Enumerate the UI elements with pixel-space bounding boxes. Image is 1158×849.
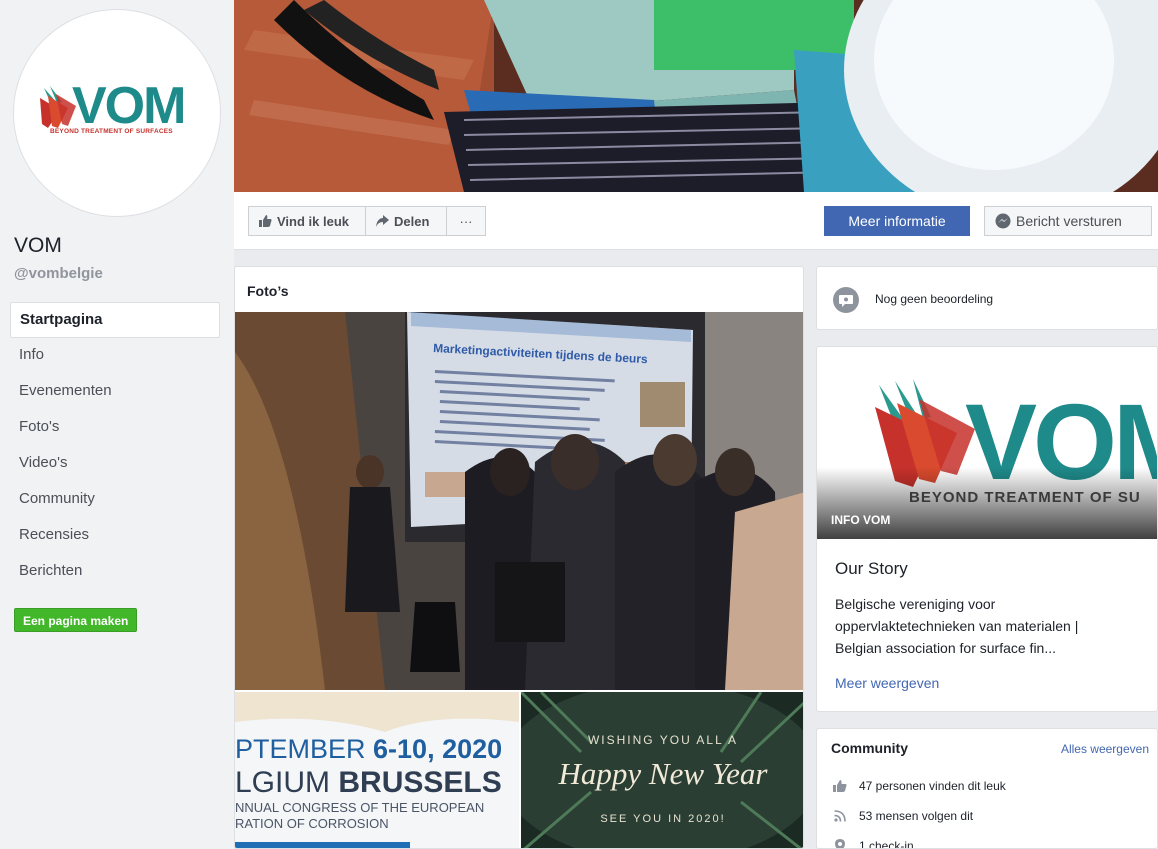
about-logo-image: VOM BEYOND TREATMENT OF SU [817, 379, 1157, 539]
sidebar-item-fotos[interactable]: Foto's [10, 410, 220, 446]
congress-dates-prefix: PTEMBER [235, 734, 373, 764]
photos-card: Foto’s Marketingactiviteiten tijdens de … [234, 266, 804, 849]
sidebar-item-info[interactable]: Info [10, 338, 220, 374]
about-logo-banner[interactable]: VOM BEYOND TREATMENT OF SU [817, 347, 1157, 539]
info-label: INFO VOM [831, 513, 891, 527]
checkins-count: 1 check-in [859, 839, 914, 849]
rss-follow-icon [834, 810, 846, 822]
like-button[interactable]: Vind ik leuk [248, 206, 366, 236]
story-title: Our Story [835, 559, 908, 578]
location-pin-icon [835, 839, 845, 848]
sidebar-item-videos[interactable]: Video's [10, 446, 220, 482]
likes-count: 47 personen vinden dit leuk [859, 779, 1006, 793]
new-year-line3: SEE YOU IN 2020! [600, 813, 725, 825]
review-icon [833, 287, 859, 313]
share-label: Delen [394, 213, 430, 229]
new-year-line1: WISHING YOU ALL A [588, 733, 738, 747]
like-label: Vind ik leuk [277, 213, 350, 229]
community-title[interactable]: Community [831, 740, 908, 756]
more-info-button[interactable]: Meer informatie [824, 206, 970, 236]
checkins-row[interactable]: 1 check-in [833, 839, 914, 849]
congress-line4: RATION OF CORROSION [235, 816, 389, 831]
sidebar-item-evenementen[interactable]: Evenementen [10, 374, 220, 410]
share-button[interactable]: Delen [365, 206, 447, 236]
congress-dates: 6-10, 2020 [373, 734, 502, 764]
share-arrow-icon [376, 215, 389, 227]
presentation-image: Marketingactiviteiten tijdens de beurs [235, 312, 803, 690]
rating-card: Nog geen beoordeling [816, 266, 1158, 330]
likes-row[interactable]: 47 personen vinden dit leuk [833, 779, 1006, 793]
about-card: VOM BEYOND TREATMENT OF SU INFO VOM Our … [816, 346, 1158, 712]
rating-text[interactable]: Nog geen beoordeling [875, 292, 993, 306]
sidebar-item-berichten[interactable]: Berichten [10, 554, 220, 590]
see-all-link[interactable]: Alles weergeven [1061, 742, 1149, 756]
congress-country: LGIUM [235, 766, 338, 799]
cover-photo[interactable] [234, 0, 1158, 192]
svg-text:LGIUM BRUSSELS: LGIUM BRUSSELS [235, 766, 502, 799]
sidebar-item-startpagina[interactable]: Startpagina [10, 302, 220, 338]
cover-image [234, 0, 1158, 192]
new-year-image: WISHING YOU ALL A Happy New Year SEE YOU… [521, 692, 803, 848]
story-text: Belgische vereniging voor oppervlaktetec… [835, 596, 1079, 656]
sidebar-item-recensies[interactable]: Recensies [10, 518, 220, 554]
logo-word: VOM [72, 77, 186, 135]
svg-text:PTEMBER 6-10, 2020: PTEMBER 6-10, 2020 [235, 734, 502, 764]
congress-line3: NNUAL CONGRESS OF THE EUROPEAN [235, 800, 484, 815]
see-more-link[interactable]: Meer weergeven [835, 675, 939, 691]
more-options-button[interactable]: ··· [446, 206, 486, 236]
vom-logo: VOM BEYOND TREATMENT OF SURFACES [38, 77, 198, 135]
sidebar-item-community[interactable]: Community [10, 482, 220, 518]
page-action-bar: Vind ik leuk Delen ··· Meer informatie B… [234, 192, 1158, 250]
follows-count: 53 mensen volgen dit [859, 809, 974, 823]
new-year-line2: Happy New Year [558, 756, 769, 791]
create-page-button[interactable]: Een pagina maken [14, 608, 138, 632]
page-handle[interactable]: @vombelgie [14, 265, 103, 282]
page-name[interactable]: VOM [14, 234, 62, 258]
thumbs-up-icon [833, 780, 847, 792]
messenger-icon [995, 213, 1011, 229]
profile-picture[interactable]: VOM BEYOND TREATMENT OF SURFACES [14, 10, 220, 216]
photos-title[interactable]: Foto’s [247, 283, 288, 299]
send-message-button[interactable]: Bericht versturen [984, 206, 1152, 236]
sidebar-nav: Startpagina Info Evenementen Foto's Vide… [10, 302, 220, 590]
photo-new-year[interactable]: WISHING YOU ALL A Happy New Year SEE YOU… [521, 692, 803, 848]
community-card: Community Alles weergeven 47 personen vi… [816, 728, 1158, 849]
left-column: VOM BEYOND TREATMENT OF SURFACES VOM @vo… [0, 0, 234, 849]
photo-presentation[interactable]: Marketingactiviteiten tijdens de beurs [235, 312, 803, 690]
thumbs-up-icon [259, 215, 272, 227]
send-message-label: Bericht versturen [1016, 213, 1122, 229]
about-logo-tagline: BEYOND TREATMENT OF SU [909, 489, 1141, 506]
photo-congress[interactable]: PTEMBER 6-10, 2020 LGIUM BRUSSELS NNUAL … [235, 692, 519, 848]
follows-row[interactable]: 53 mensen volgen dit [833, 809, 973, 823]
congress-city: BRUSSELS [338, 766, 501, 799]
congress-image: PTEMBER 6-10, 2020 LGIUM BRUSSELS NNUAL … [235, 692, 519, 848]
